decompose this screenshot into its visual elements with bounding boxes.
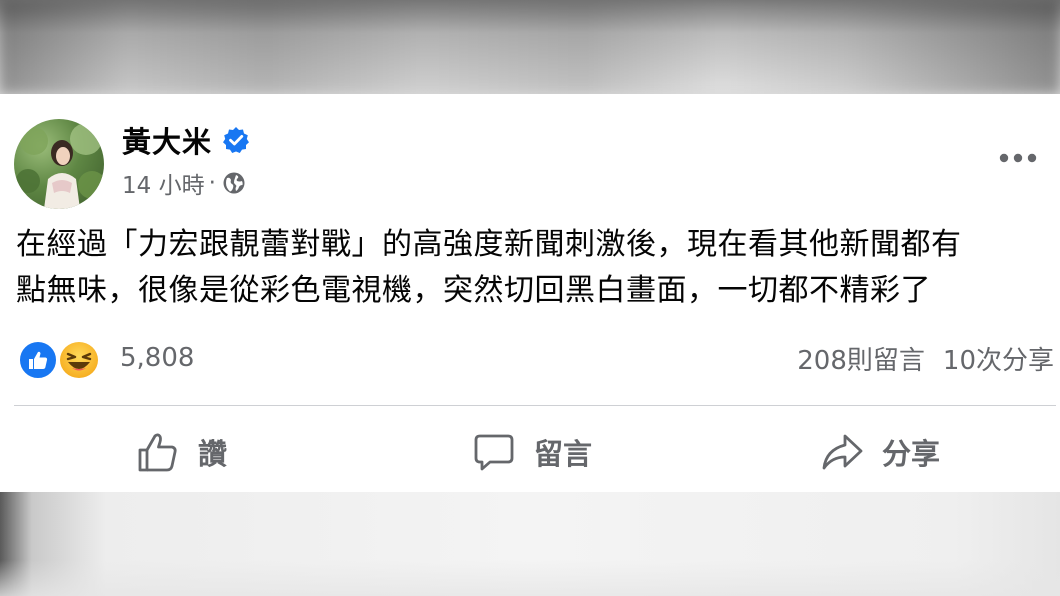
- comments-count-link[interactable]: 208則留言: [797, 340, 925, 377]
- post-text-line: 在經過「力宏跟靚蕾對戰」的高強度新聞刺激後，現在看其他新聞都有: [16, 227, 962, 262]
- comment-button-label: 留言: [534, 437, 593, 471]
- engagement-stats: 208則留言 10次分享: [797, 338, 1054, 378]
- shares-count-link[interactable]: 10次分享: [943, 340, 1054, 377]
- comment-button[interactable]: 留言: [472, 430, 592, 474]
- meta-separator: ·: [208, 170, 216, 196]
- reaction-count: 5,808: [120, 343, 195, 373]
- like-button[interactable]: 讚: [136, 430, 227, 474]
- blurred-background-bottom-shade: [0, 560, 1060, 596]
- more-options-button[interactable]: [996, 146, 1040, 170]
- actions-divider: [14, 405, 1056, 406]
- like-reaction-icon: [18, 340, 58, 380]
- like-button-label: 讚: [198, 437, 228, 471]
- author-avatar[interactable]: [14, 119, 104, 209]
- blurred-background-top-shade: [0, 0, 1060, 94]
- share-arrow-icon: [822, 434, 863, 470]
- facebook-post-card: 黃大米 14 小時 · 在經過「力宏跟靚蕾對戰」的高強度新聞刺激後，現在看其他新…: [0, 94, 1060, 492]
- author-name[interactable]: 黃大米: [122, 119, 212, 161]
- more-options-icon: [999, 153, 1037, 163]
- reactions-summary[interactable]: 5,808: [18, 336, 194, 380]
- reaction-icons: [18, 338, 104, 380]
- post-timestamp[interactable]: 14 小時: [122, 166, 205, 200]
- post-meta: 14 小時 ·: [122, 166, 246, 200]
- verified-badge-icon: [223, 127, 250, 153]
- share-button[interactable]: 分享: [820, 430, 940, 474]
- globe-icon[interactable]: [222, 171, 246, 195]
- thumbs-up-icon: [138, 433, 177, 472]
- share-button-label: 分享: [882, 437, 941, 471]
- post-text-line: 點無味，很像是從彩色電視機，突然切回黑白畫面，一切都不精彩了: [16, 273, 931, 308]
- comment-bubble-icon: [474, 434, 514, 471]
- author-row: 黃大米: [122, 119, 250, 161]
- post-message: 在經過「力宏跟靚蕾對戰」的高強度新聞刺激後，現在看其他新聞都有 點無味，很像是從…: [16, 222, 1056, 314]
- haha-reaction-icon: [58, 340, 100, 380]
